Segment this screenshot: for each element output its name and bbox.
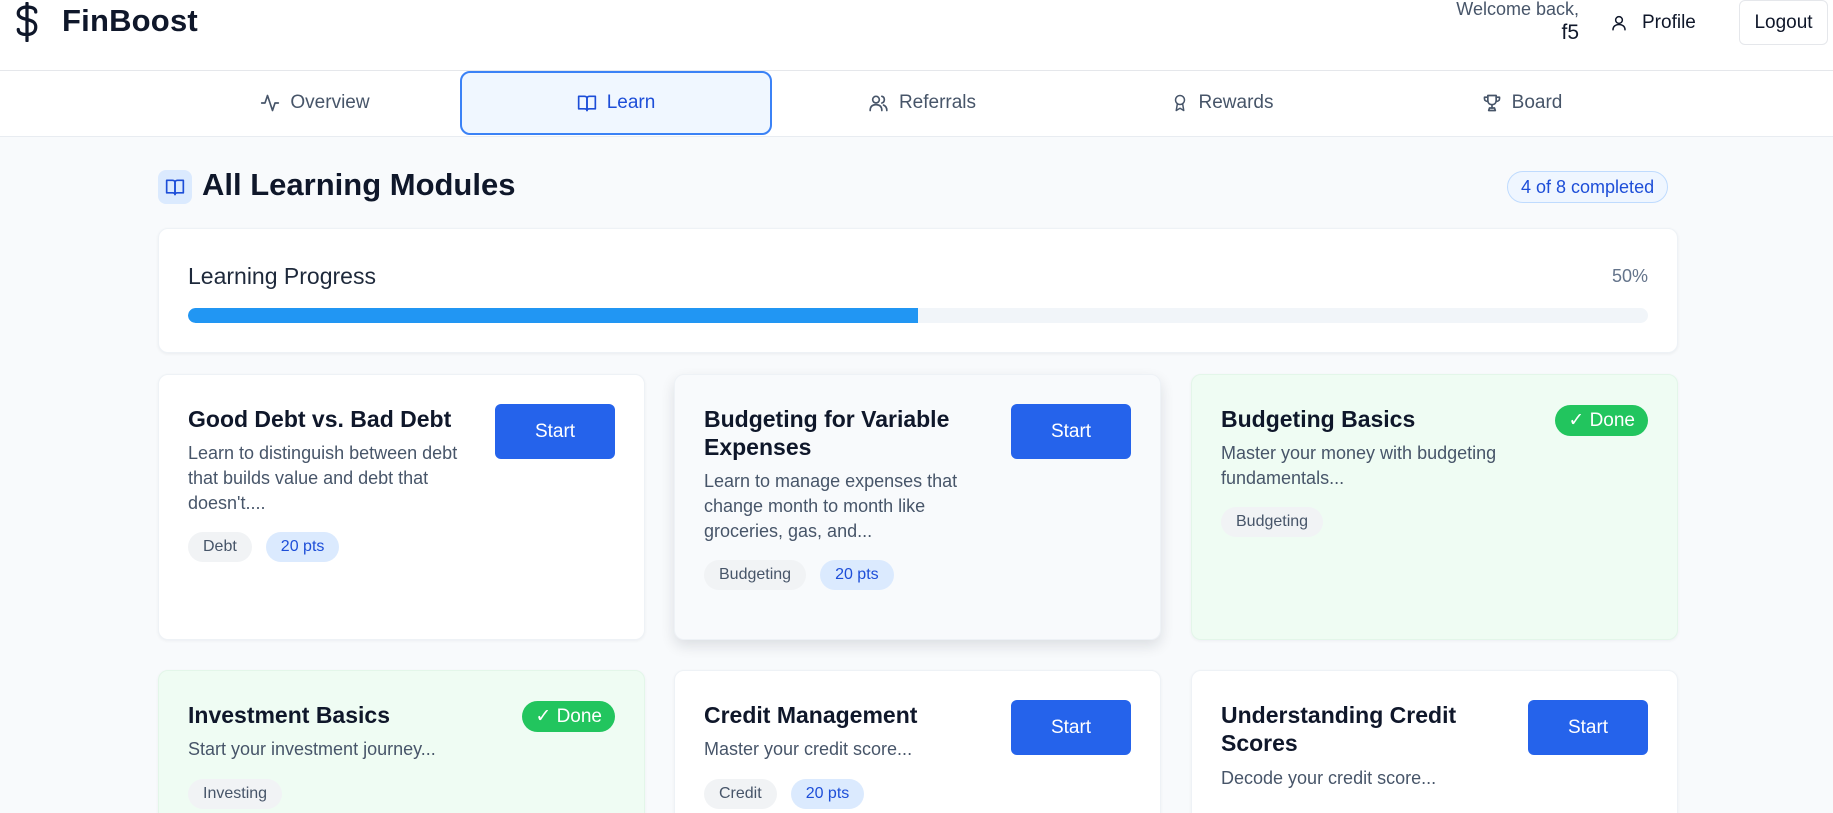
brand-name: FinBoost xyxy=(62,3,198,38)
module-card: Budgeting Basics Master your money with … xyxy=(1191,374,1678,640)
module-tags: Budgeting xyxy=(1221,507,1324,537)
trophy-icon xyxy=(1483,94,1500,112)
module-description: Master your credit score... xyxy=(704,739,913,759)
progress-track xyxy=(188,308,1648,323)
start-button[interactable]: Start xyxy=(1528,700,1648,755)
tab-label: Board xyxy=(1511,92,1563,113)
tab-label: Learn xyxy=(606,92,656,113)
module-description: Master your money with budgeting fundame… xyxy=(1221,443,1497,488)
category-tag: Debt xyxy=(188,532,252,562)
tab-referrals[interactable]: Referrals xyxy=(772,71,1072,135)
module-tags: Investing xyxy=(188,779,283,809)
module-description: Learn to distinguish between debt that b… xyxy=(188,443,458,513)
module-title: Good Debt vs. Bad Debt xyxy=(188,406,452,432)
tab-label: Rewards xyxy=(1198,92,1274,113)
user-name: f5 xyxy=(1561,21,1579,44)
module-tags: Budgeting 20 pts xyxy=(704,560,894,590)
module-card: Budgeting for Variable Expenses Learn to… xyxy=(674,374,1161,640)
book-icon xyxy=(165,179,185,196)
done-badge: ✓ Done xyxy=(522,701,615,732)
logout-button[interactable]: Logout xyxy=(1739,0,1828,45)
points-tag: 20 pts xyxy=(820,560,894,590)
profile-label: Profile xyxy=(1642,12,1696,33)
module-title: Investment Basics xyxy=(188,702,390,728)
users-icon xyxy=(869,95,888,112)
tab-label: Overview xyxy=(290,92,370,113)
module-card: Credit Management Master your credit sco… xyxy=(674,670,1161,813)
module-title: Credit Management xyxy=(704,702,918,728)
start-button[interactable]: Start xyxy=(495,404,615,459)
done-badge: ✓ Done xyxy=(1555,405,1648,436)
points-tag: 20 pts xyxy=(790,779,865,809)
category-tag: Credit xyxy=(704,779,777,809)
tab-label: Referrals xyxy=(898,92,977,113)
module-description: Start your investment journey... xyxy=(188,739,436,759)
module-title: Budgeting Basics xyxy=(1221,406,1416,432)
tab-rewards[interactable]: Rewards xyxy=(1072,71,1372,135)
tab-board[interactable]: Board xyxy=(1372,71,1672,135)
welcome-text: Welcome back, xyxy=(1456,0,1579,19)
section-book-icon-box xyxy=(158,170,192,204)
completed-badge: 4 of 8 completed xyxy=(1507,171,1669,203)
tab-learn[interactable]: Learn xyxy=(460,71,772,135)
module-card: Good Debt vs. Bad Debt Learn to distingu… xyxy=(158,374,645,640)
tab-overview[interactable]: Overview xyxy=(160,71,470,135)
progress-label: Learning Progress xyxy=(188,263,376,289)
module-description: Decode your credit score... xyxy=(1221,768,1437,788)
profile-button[interactable]: Profile xyxy=(1610,8,1696,38)
welcome-block: Welcome back, f5 xyxy=(1456,0,1579,48)
category-tag: Budgeting xyxy=(1221,507,1324,537)
user-icon xyxy=(1612,15,1626,31)
module-card: Understanding Credit Scores Decode your … xyxy=(1191,670,1678,813)
main-tabs: Overview Learn Referrals Rewards Board xyxy=(0,71,1833,137)
start-button[interactable]: Start xyxy=(1011,404,1131,459)
book-icon xyxy=(577,95,596,112)
points-tag: 20 pts xyxy=(265,532,340,562)
module-title: Understanding Credit Scores xyxy=(1221,702,1457,756)
activity-icon xyxy=(261,94,280,112)
module-title: Budgeting for Variable Expenses xyxy=(704,406,950,460)
learning-progress-card: Learning Progress 50% xyxy=(158,228,1678,353)
module-tags: Debt 20 pts xyxy=(188,532,340,562)
module-card: Investment Basics Start your investment … xyxy=(158,670,645,813)
progress-fill xyxy=(188,308,918,323)
category-tag: Investing xyxy=(188,779,283,809)
progress-percent: 50% xyxy=(1611,266,1648,286)
start-button[interactable]: Start xyxy=(1011,700,1131,755)
top-header: FinBoost Welcome back, f5 Profile Logout xyxy=(0,0,1833,71)
category-tag: Budgeting xyxy=(704,560,807,590)
module-description: Learn to manage expenses that change mon… xyxy=(704,471,958,541)
dollar-icon xyxy=(16,2,38,42)
award-icon xyxy=(1174,94,1185,112)
module-tags: Credit 20 pts xyxy=(704,779,865,809)
page-title: All Learning Modules xyxy=(202,167,516,202)
